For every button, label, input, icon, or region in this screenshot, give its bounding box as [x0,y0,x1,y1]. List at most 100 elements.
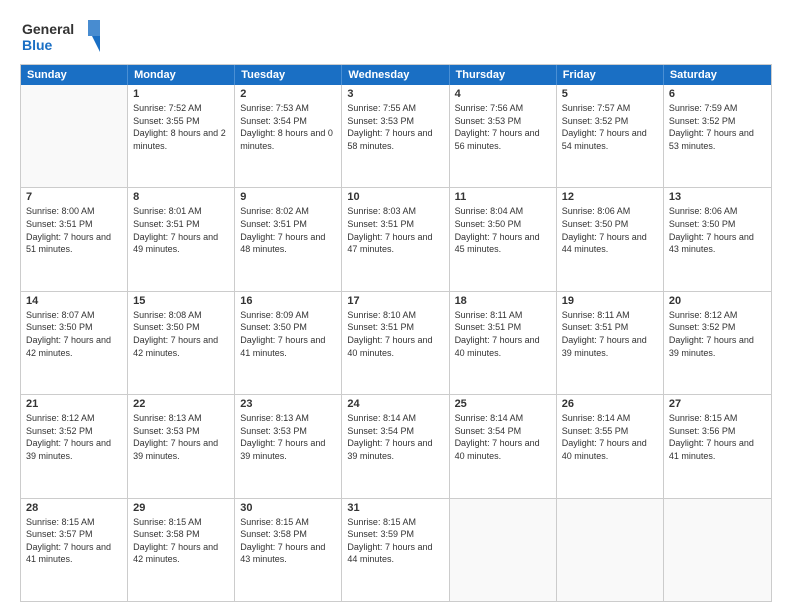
calendar-cell-0-2: 2 Sunrise: 7:53 AMSunset: 3:54 PMDaylight… [235,85,342,187]
day-number: 25 [455,398,551,410]
calendar-cell-0-6: 6 Sunrise: 7:59 AMSunset: 3:52 PMDaylight… [664,85,771,187]
calendar-cell-0-1: 1Sunrise: 7:52 AMSunset: 3:55 PMDaylight… [128,85,235,187]
weekday-header-monday: Monday [128,65,235,85]
day-number: 20 [669,295,766,307]
cell-info: Sunrise: 7:57 AMSunset: 3:52 PMDaylight:… [562,102,658,152]
calendar-cell-0-0 [21,85,128,187]
day-number: 3 [347,88,443,100]
logo-svg: General Blue [20,16,100,56]
day-number: 15 [133,295,229,307]
day-number: 23 [240,398,336,410]
calendar-cell-4-5 [557,499,664,601]
calendar-cell-4-4 [450,499,557,601]
calendar-cell-3-2: 23Sunrise: 8:13 AMSunset: 3:53 PMDayligh… [235,395,342,497]
day-number: 29 [133,502,229,514]
calendar-cell-1-4: 11 Sunrise: 8:04 AMSunset: 3:50 PMDayligh… [450,188,557,290]
calendar: SundayMondayTuesdayWednesdayThursdayFrid… [20,64,772,602]
calendar-cell-2-1: 15 Sunrise: 8:08 AMSunset: 3:50 PMDayligh… [128,292,235,394]
calendar-cell-2-4: 18 Sunrise: 8:11 AMSunset: 3:51 PMDayligh… [450,292,557,394]
calendar-cell-2-5: 19Sunrise: 8:11 AMSunset: 3:51 PMDayligh… [557,292,664,394]
cell-info: Sunrise: 8:08 AMSunset: 3:50 PMDaylight:… [133,309,229,359]
day-number: 6 [669,88,766,100]
cell-info: Sunrise: 8:02 AMSunset: 3:51 PMDaylight:… [240,205,336,255]
calendar-cell-3-3: 24 Sunrise: 8:14 AMSunset: 3:54 PMDayligh… [342,395,449,497]
cell-info: Sunrise: 8:12 AMSunset: 3:52 PMDaylight:… [26,412,122,462]
weekday-header-saturday: Saturday [664,65,771,85]
cell-info: Sunrise: 8:06 AMSunset: 3:50 PMDaylight:… [562,205,658,255]
weekday-header-tuesday: Tuesday [235,65,342,85]
cell-info: Sunrise: 8:10 AMSunset: 3:51 PMDaylight:… [347,309,443,359]
day-number: 10 [347,191,443,203]
cell-info: Sunrise: 8:14 AMSunset: 3:54 PMDaylight:… [347,412,443,462]
calendar-cell-1-2: 9 Sunrise: 8:02 AMSunset: 3:51 PMDaylight… [235,188,342,290]
calendar-cell-2-6: 20 Sunrise: 8:12 AMSunset: 3:52 PMDayligh… [664,292,771,394]
day-number: 1 [133,88,229,100]
cell-info: Sunrise: 7:59 AMSunset: 3:52 PMDaylight:… [669,102,766,152]
cell-info: Sunrise: 8:04 AMSunset: 3:50 PMDaylight:… [455,205,551,255]
cell-info: Sunrise: 8:14 AMSunset: 3:55 PMDaylight:… [562,412,658,462]
weekday-header-wednesday: Wednesday [342,65,449,85]
calendar-cell-1-1: 8Sunrise: 8:01 AMSunset: 3:51 PMDaylight… [128,188,235,290]
calendar-cell-4-1: 29 Sunrise: 8:15 AMSunset: 3:58 PMDayligh… [128,499,235,601]
calendar-cell-0-5: 5 Sunrise: 7:57 AMSunset: 3:52 PMDaylight… [557,85,664,187]
svg-text:Blue: Blue [22,37,53,53]
calendar-cell-2-0: 14 Sunrise: 8:07 AMSunset: 3:50 PMDayligh… [21,292,128,394]
day-number: 14 [26,295,122,307]
calendar-cell-4-3: 31Sunrise: 8:15 AMSunset: 3:59 PMDayligh… [342,499,449,601]
day-number: 28 [26,502,122,514]
calendar-cell-2-3: 17 Sunrise: 8:10 AMSunset: 3:51 PMDayligh… [342,292,449,394]
day-number: 31 [347,502,443,514]
weekday-header-thursday: Thursday [450,65,557,85]
calendar-cell-1-0: 7Sunrise: 8:00 AMSunset: 3:51 PMDaylight… [21,188,128,290]
calendar-cell-3-4: 25 Sunrise: 8:14 AMSunset: 3:54 PMDayligh… [450,395,557,497]
day-number: 5 [562,88,658,100]
calendar-cell-1-6: 13Sunrise: 8:06 AMSunset: 3:50 PMDayligh… [664,188,771,290]
day-number: 11 [455,191,551,203]
calendar-cell-4-2: 30 Sunrise: 8:15 AMSunset: 3:58 PMDayligh… [235,499,342,601]
cell-info: Sunrise: 8:14 AMSunset: 3:54 PMDaylight:… [455,412,551,462]
calendar-row-4: 28 Sunrise: 8:15 AMSunset: 3:57 PMDayligh… [21,499,771,601]
day-number: 22 [133,398,229,410]
cell-info: Sunrise: 8:06 AMSunset: 3:50 PMDaylight:… [669,205,766,255]
day-number: 16 [240,295,336,307]
cell-info: Sunrise: 8:07 AMSunset: 3:50 PMDaylight:… [26,309,122,359]
day-number: 17 [347,295,443,307]
calendar-body: 1Sunrise: 7:52 AMSunset: 3:55 PMDaylight… [21,85,771,601]
svg-text:General: General [22,21,74,37]
cell-info: Sunrise: 8:15 AMSunset: 3:56 PMDaylight:… [669,412,766,462]
calendar-cell-1-5: 12 Sunrise: 8:06 AMSunset: 3:50 PMDayligh… [557,188,664,290]
cell-info: Sunrise: 7:53 AMSunset: 3:54 PMDaylight:… [240,102,336,152]
calendar-cell-4-6 [664,499,771,601]
calendar-row-3: 21Sunrise: 8:12 AMSunset: 3:52 PMDayligh… [21,395,771,498]
weekday-header-friday: Friday [557,65,664,85]
cell-info: Sunrise: 7:55 AMSunset: 3:53 PMDaylight:… [347,102,443,152]
calendar-row-2: 14 Sunrise: 8:07 AMSunset: 3:50 PMDayligh… [21,292,771,395]
cell-info: Sunrise: 8:01 AMSunset: 3:51 PMDaylight:… [133,205,229,255]
cell-info: Sunrise: 8:00 AMSunset: 3:51 PMDaylight:… [26,205,122,255]
cell-info: Sunrise: 8:15 AMSunset: 3:57 PMDaylight:… [26,516,122,566]
calendar-cell-3-5: 26Sunrise: 8:14 AMSunset: 3:55 PMDayligh… [557,395,664,497]
day-number: 30 [240,502,336,514]
header: General Blue [20,16,772,56]
calendar-cell-3-1: 22 Sunrise: 8:13 AMSunset: 3:53 PMDayligh… [128,395,235,497]
calendar-cell-0-3: 3 Sunrise: 7:55 AMSunset: 3:53 PMDaylight… [342,85,449,187]
cell-info: Sunrise: 8:15 AMSunset: 3:58 PMDaylight:… [133,516,229,566]
day-number: 12 [562,191,658,203]
calendar-header: SundayMondayTuesdayWednesdayThursdayFrid… [21,65,771,85]
calendar-cell-2-2: 16Sunrise: 8:09 AMSunset: 3:50 PMDayligh… [235,292,342,394]
day-number: 9 [240,191,336,203]
day-number: 19 [562,295,658,307]
day-number: 18 [455,295,551,307]
cell-info: Sunrise: 8:12 AMSunset: 3:52 PMDaylight:… [669,309,766,359]
calendar-cell-3-6: 27 Sunrise: 8:15 AMSunset: 3:56 PMDayligh… [664,395,771,497]
calendar-row-0: 1Sunrise: 7:52 AMSunset: 3:55 PMDaylight… [21,85,771,188]
day-number: 24 [347,398,443,410]
day-number: 2 [240,88,336,100]
calendar-cell-3-0: 21Sunrise: 8:12 AMSunset: 3:52 PMDayligh… [21,395,128,497]
day-number: 27 [669,398,766,410]
cell-info: Sunrise: 8:13 AMSunset: 3:53 PMDaylight:… [133,412,229,462]
calendar-cell-0-4: 4Sunrise: 7:56 AMSunset: 3:53 PMDaylight… [450,85,557,187]
calendar-cell-1-3: 10Sunrise: 8:03 AMSunset: 3:51 PMDayligh… [342,188,449,290]
cell-info: Sunrise: 8:15 AMSunset: 3:58 PMDaylight:… [240,516,336,566]
cell-info: Sunrise: 8:11 AMSunset: 3:51 PMDaylight:… [455,309,551,359]
